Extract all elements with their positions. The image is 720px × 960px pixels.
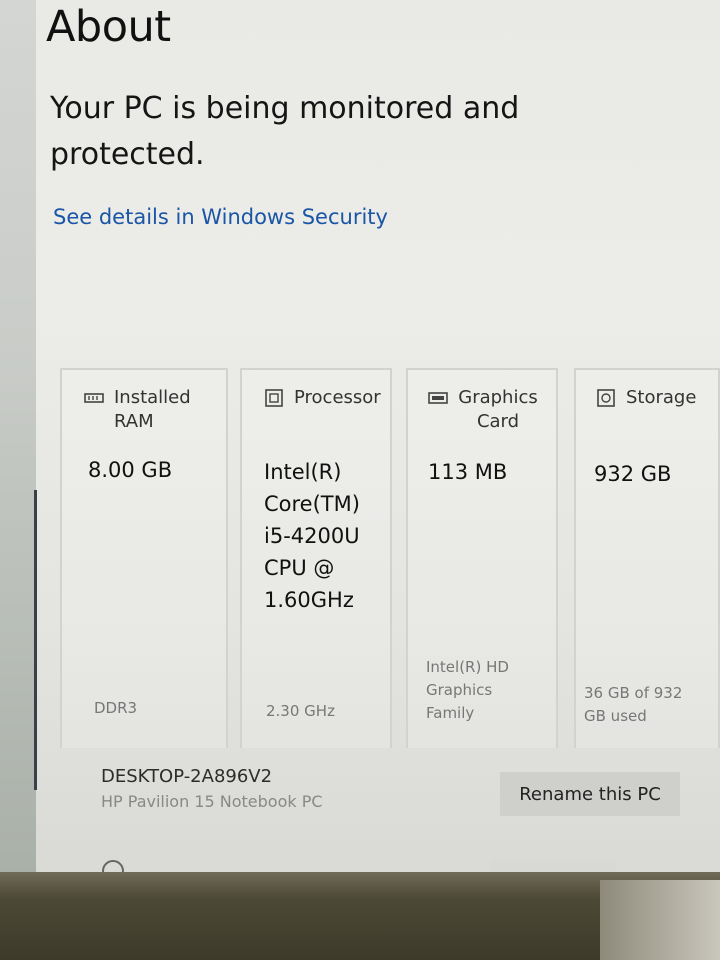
spec-card-graphics: Graphics Card 113 MB Intel(R) HD Graphic… [406, 368, 558, 748]
spec-label-graphics: Graphics Card [458, 387, 538, 432]
page-title: About [46, 2, 171, 52]
spec-label-processor: Processor [294, 387, 381, 408]
spec-header-ram: Installed RAM [84, 386, 206, 434]
device-model: HP Pavilion 15 Notebook PC [101, 792, 323, 811]
spec-value-storage: 932 GB [594, 462, 672, 486]
spec-label-ram: Installed RAM [114, 387, 191, 432]
spec-header-processor: Processor [264, 386, 381, 410]
graphics-card-icon [428, 392, 448, 404]
spec-value-processor: Intel(R) Core(TM) i5-4200U CPU @ 1.60GHz [264, 460, 360, 612]
memory-icon [84, 393, 104, 403]
nav-strip [0, 0, 36, 880]
spec-detail-processor: 2.30 GHz [266, 702, 335, 720]
spec-header-storage: Storage [596, 386, 696, 410]
spec-value-graphics: 113 MB [428, 460, 508, 484]
spec-detail-storage: 36 GB of 932 GB used [584, 684, 683, 725]
windows-security-link[interactable]: See details in Windows Security [53, 205, 388, 229]
processor-icon [265, 389, 283, 407]
background-wall [600, 880, 720, 960]
device-name: DESKTOP-2A896V2 [101, 766, 273, 787]
spec-label-storage: Storage [626, 387, 697, 408]
spec-card-storage: Storage 932 GB 36 GB of 932 GB used [574, 368, 720, 748]
storage-icon [597, 389, 615, 407]
spec-detail-ram: DDR3 [94, 699, 138, 717]
spec-header-graphics: Graphics Card [428, 386, 538, 434]
rename-pc-button[interactable]: Rename this PC [500, 772, 680, 816]
spec-value-ram: 8.00 GB [88, 458, 173, 482]
spec-detail-graphics: Intel(R) HD Graphics Family [426, 658, 509, 722]
window-edge [34, 490, 37, 790]
security-status-message: Your PC is being monitored and protected… [50, 91, 520, 172]
spec-card-processor: Processor Intel(R) Core(TM) i5-4200U CPU… [240, 368, 392, 748]
spec-card-ram: Installed RAM 8.00 GB DDR3 [60, 368, 228, 748]
settings-window: About Your PC is being monitored and pro… [0, 0, 720, 880]
